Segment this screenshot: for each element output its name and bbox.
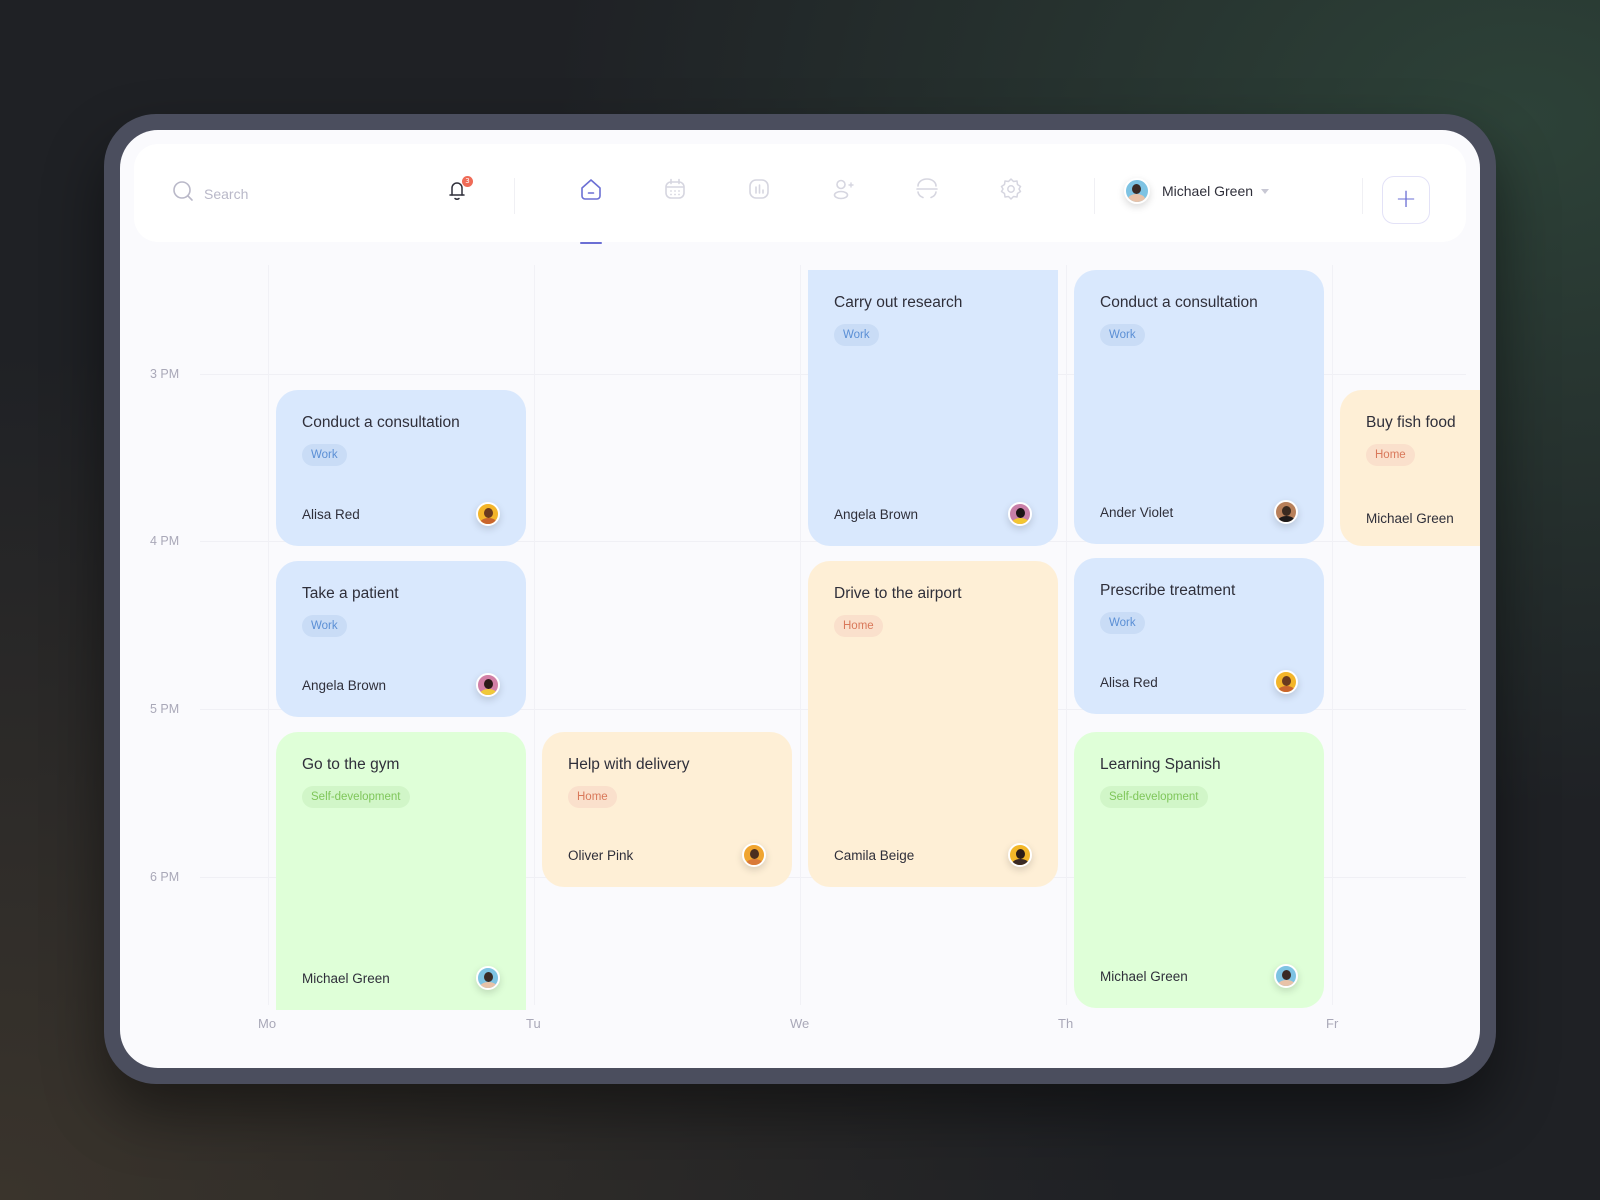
event-assignee: Camila Beige: [834, 847, 915, 863]
event-tag: Home: [1366, 444, 1415, 466]
event-card[interactable]: Help with delivery Home Oliver Pink: [542, 732, 792, 887]
event-assignee: Ander Violet: [1100, 504, 1174, 520]
avatar: [1274, 964, 1298, 988]
event-title: Go to the gym: [302, 756, 400, 773]
day-label[interactable]: Th: [1058, 1016, 1073, 1031]
event-tag: Work: [834, 324, 879, 346]
event-tag: Home: [834, 615, 883, 637]
home-icon: [578, 179, 604, 206]
event-card[interactable]: Prescribe treatment Work Alisa Red: [1074, 558, 1324, 714]
event-title: Prescribe treatment: [1100, 582, 1236, 599]
top-bar: 3: [134, 144, 1466, 244]
event-title: Conduct a consultation: [1100, 294, 1258, 311]
user-avatar: [1124, 178, 1150, 204]
event-card[interactable]: Go to the gym Self-development Michael G…: [276, 732, 526, 1010]
event-tag: Self-development: [302, 786, 410, 808]
avatar: [476, 673, 500, 697]
event-card[interactable]: Drive to the airport Home Camila Beige: [808, 561, 1058, 887]
event-title: Take a patient: [302, 585, 399, 602]
nav-scan[interactable]: [914, 176, 942, 204]
event-card[interactable]: Conduct a consultation Work Alisa Red: [276, 390, 526, 546]
event-tag: Self-development: [1100, 786, 1208, 808]
gear-icon: [998, 178, 1024, 206]
divider: [514, 178, 515, 214]
notification-badge: 3: [462, 176, 473, 187]
event-card[interactable]: Buy fish food Home Michael Green: [1340, 390, 1480, 546]
nav-stats[interactable]: [746, 176, 774, 204]
event-card[interactable]: Conduct a consultation Work Ander Violet: [1074, 270, 1324, 544]
event-assignee: Michael Green: [1366, 511, 1454, 526]
day-line: [268, 265, 269, 1005]
user-name: Michael Green: [1162, 183, 1254, 199]
event-title: Buy fish food: [1366, 414, 1456, 431]
avatar: [742, 843, 766, 867]
nav-home[interactable]: [578, 176, 606, 204]
nav-calendar[interactable]: [662, 176, 690, 204]
avatar: [1008, 843, 1032, 867]
event-title: Carry out research: [834, 294, 963, 311]
chart-icon: [746, 179, 772, 206]
week-calendar: 3 PM 4 PM 5 PM 6 PM Mo Tu We Th Fr Condu…: [120, 130, 1480, 1068]
time-label: 6 PM: [150, 870, 180, 884]
scan-icon: [914, 178, 940, 206]
day-line: [534, 265, 535, 1005]
avatar: [476, 966, 500, 990]
event-assignee: Angela Brown: [834, 506, 919, 522]
event-assignee: Oliver Pink: [568, 847, 634, 863]
avatar: [1008, 502, 1032, 526]
event-title: Drive to the airport: [834, 585, 962, 602]
notifications-button[interactable]: 3: [446, 176, 473, 206]
add-event-button[interactable]: +: [1382, 176, 1430, 224]
event-tag: Work: [302, 444, 347, 466]
search-box[interactable]: [172, 180, 384, 207]
event-assignee: Angela Brown: [302, 677, 387, 693]
nav-settings[interactable]: [998, 176, 1026, 204]
event-card[interactable]: Carry out research Work Angela Brown: [808, 270, 1058, 546]
day-line: [1332, 265, 1333, 1005]
day-label[interactable]: Mo: [258, 1016, 276, 1031]
calendar-icon: [662, 178, 688, 206]
event-card[interactable]: Take a patient Work Angela Brown: [276, 561, 526, 717]
event-assignee: Alisa Red: [1100, 674, 1158, 690]
day-label[interactable]: Tu: [526, 1016, 541, 1031]
divider: [1362, 178, 1363, 214]
chevron-down-icon: [1261, 188, 1270, 194]
divider: [1094, 178, 1095, 214]
avatar: [1274, 670, 1298, 694]
time-label: 5 PM: [150, 702, 180, 716]
nav-add-user[interactable]: [830, 176, 858, 204]
add-user-icon: [830, 179, 856, 206]
event-title: Help with delivery: [568, 756, 690, 773]
event-assignee: Alisa Red: [302, 506, 360, 522]
day-label[interactable]: We: [790, 1016, 809, 1031]
time-label: 4 PM: [150, 534, 180, 548]
active-nav-indicator: [580, 242, 602, 244]
day-line: [1066, 265, 1067, 1005]
event-title: Learning Spanish: [1100, 756, 1221, 773]
bell-icon: [446, 182, 468, 206]
event-card[interactable]: Learning Spanish Self-development Michae…: [1074, 732, 1324, 1008]
event-tag: Work: [1100, 612, 1145, 634]
user-menu[interactable]: Michael Green: [1124, 178, 1270, 204]
avatar: [476, 502, 500, 526]
event-assignee: Michael Green: [1100, 968, 1188, 984]
day-line: [800, 265, 801, 1005]
search-icon: [172, 180, 194, 207]
avatar: [1274, 500, 1298, 524]
event-assignee: Michael Green: [302, 970, 390, 986]
app-screen: 3 PM 4 PM 5 PM 6 PM Mo Tu We Th Fr Condu…: [120, 130, 1480, 1068]
time-label: 3 PM: [150, 367, 180, 381]
event-tag: Work: [302, 615, 347, 637]
event-tag: Work: [1100, 324, 1145, 346]
event-title: Conduct a consultation: [302, 414, 460, 431]
event-tag: Home: [568, 786, 617, 808]
search-input[interactable]: [204, 185, 384, 202]
day-label[interactable]: Fr: [1326, 1016, 1338, 1031]
